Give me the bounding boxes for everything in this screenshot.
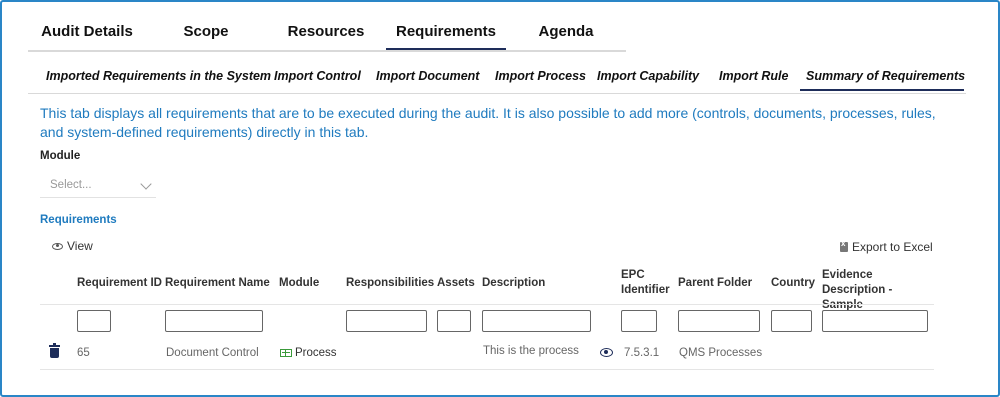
subtab-import-document[interactable]: Import Document: [376, 65, 479, 91]
tab-audit-details[interactable]: Audit Details: [28, 18, 146, 48]
col-header-module[interactable]: Module: [279, 276, 319, 291]
filter-requirement-name[interactable]: [165, 310, 263, 332]
tab-resources[interactable]: Resources: [266, 18, 386, 48]
process-icon: [280, 349, 292, 357]
col-header-assets[interactable]: Assets: [437, 276, 475, 291]
view-details-icon[interactable]: [600, 348, 613, 357]
cell-epc-identifier: 7.5.3.1: [624, 347, 660, 359]
view-button[interactable]: View: [52, 239, 93, 253]
export-excel-button[interactable]: Export to Excel: [840, 239, 933, 254]
col-header-responsibilities[interactable]: Responsibilities: [346, 276, 434, 291]
eye-icon: [52, 242, 63, 250]
subtab-summary-of-requirements[interactable]: Summary of Requirements: [800, 65, 965, 91]
tab-agenda[interactable]: Agenda: [506, 18, 626, 48]
cell-description: This is the process: [483, 345, 579, 357]
subtab-import-rule[interactable]: Import Rule: [719, 65, 788, 91]
col-header-evidence-description[interactable]: Evidence Description - Sample: [822, 268, 934, 313]
tab-description: This tab displays all requirements that …: [40, 105, 936, 140]
filter-country[interactable]: [771, 310, 812, 332]
filter-epc-identifier[interactable]: [621, 310, 657, 332]
tab-scope[interactable]: Scope: [146, 18, 266, 48]
sub-tabs: Imported Requirements in the System Impo…: [28, 65, 966, 94]
module-label: Module: [40, 150, 81, 162]
col-header-parent-folder[interactable]: Parent Folder: [678, 276, 752, 291]
subtab-imported-requirements[interactable]: Imported Requirements in the System: [46, 65, 271, 91]
export-label: Export to Excel: [852, 240, 933, 254]
requirements-section-title: Requirements: [40, 214, 117, 226]
filter-evidence-description[interactable]: [822, 310, 928, 332]
filter-description[interactable]: [482, 310, 591, 332]
page-frame: Audit Details Scope Resources Requiremen…: [0, 0, 1000, 397]
col-header-requirement-name[interactable]: Requirement Name: [165, 276, 270, 291]
module-placeholder: Select...: [50, 179, 92, 191]
col-header-requirement-id[interactable]: Requirement ID: [77, 276, 162, 291]
filter-responsibilities[interactable]: [346, 310, 427, 332]
cell-requirement-id: 65: [77, 347, 90, 359]
module-value: Process: [295, 347, 337, 359]
chevron-down-icon: [140, 178, 152, 190]
cell-requirement-name: Document Control: [166, 347, 259, 359]
filter-assets[interactable]: [437, 310, 471, 332]
col-header-description[interactable]: Description: [482, 276, 545, 291]
delete-icon[interactable]: [49, 343, 60, 358]
subtab-import-capability[interactable]: Import Capability: [597, 65, 699, 91]
tab-requirements[interactable]: Requirements: [386, 18, 506, 50]
col-header-country[interactable]: Country: [771, 276, 815, 291]
subtab-import-control[interactable]: Import Control: [274, 65, 361, 91]
filter-parent-folder[interactable]: [678, 310, 760, 332]
module-select[interactable]: Select...: [40, 174, 156, 198]
cell-module: Process: [280, 347, 337, 359]
row-divider: [40, 369, 934, 370]
excel-icon: [840, 239, 848, 252]
main-tabs: Audit Details Scope Resources Requiremen…: [28, 18, 626, 52]
view-label: View: [67, 239, 93, 253]
filter-requirement-id[interactable]: [77, 310, 111, 332]
cell-parent-folder: QMS Processes: [679, 347, 763, 359]
col-header-epc-identifier[interactable]: EPC Identifier: [621, 268, 673, 298]
header-divider: [40, 304, 934, 305]
subtab-import-process[interactable]: Import Process: [495, 65, 586, 91]
